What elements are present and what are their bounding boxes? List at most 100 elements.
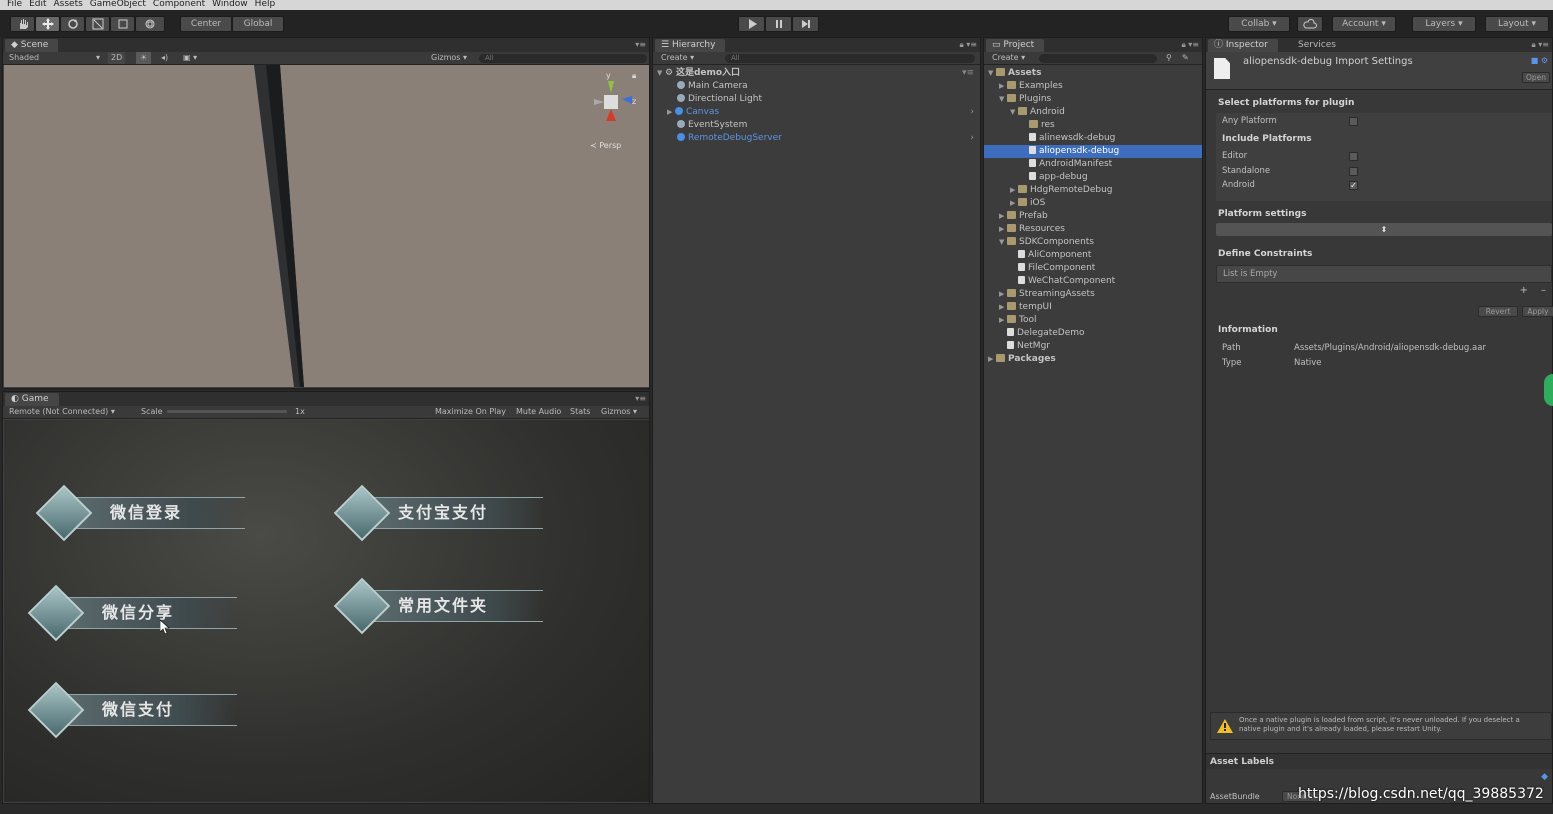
gizmos-dropdown[interactable]: Gizmos ▾: [431, 52, 467, 64]
platform-editor-checkbox[interactable]: [1349, 152, 1358, 161]
expand-arrow-icon[interactable]: ▶: [999, 301, 1007, 314]
common-folder-button[interactable]: 常用文件夹: [333, 577, 543, 635]
panel-menu-icon[interactable]: ▾≡: [635, 40, 646, 49]
expand-arrow-icon[interactable]: ▶: [999, 80, 1007, 93]
shading-mode-dropdown[interactable]: Shaded: [9, 52, 39, 64]
menu-item-gameobject[interactable]: GameObject: [90, 0, 146, 9]
maximize-on-play-toggle[interactable]: Maximize On Play: [435, 406, 506, 418]
project-item-alicomponent[interactable]: AliComponent: [984, 249, 1202, 262]
expand-arrow-icon[interactable]: ▼: [999, 236, 1007, 249]
open-button[interactable]: Open: [1522, 72, 1550, 83]
shading-chevron-icon[interactable]: ▾: [96, 52, 100, 64]
menu-item-help[interactable]: Help: [255, 0, 276, 9]
orientation-gizmo[interactable]: y z ≺ Persp: [584, 71, 640, 151]
expand-arrow-icon[interactable]: ▼: [657, 67, 665, 80]
project-item-tool[interactable]: ▶ Tool: [984, 314, 1202, 327]
menu-item-window[interactable]: Window: [212, 0, 248, 9]
project-item-tempui[interactable]: ▶ tempUI: [984, 301, 1202, 314]
game-panel-menu-icon[interactable]: ▾≡: [635, 394, 646, 403]
filter-by-type-icon[interactable]: ⚲: [1166, 52, 1172, 64]
pivot-center-button[interactable]: Center: [180, 16, 232, 32]
settings-gear-icon[interactable]: ■ ⚙: [1531, 56, 1548, 65]
transform-tool-button[interactable]: [135, 16, 165, 32]
audio-toggle-icon[interactable]: ◂): [161, 52, 168, 64]
play-button[interactable]: [738, 16, 765, 32]
tab-hierarchy[interactable]: ☰ Hierarchy: [655, 39, 726, 52]
scene-menu-icon[interactable]: ▾≡: [962, 67, 974, 80]
hierarchy-search-input[interactable]: All: [725, 54, 975, 63]
tab-scene[interactable]: ◆ Scene: [5, 39, 59, 52]
alipay-button[interactable]: 支付宝支付: [333, 484, 543, 542]
project-item-packages[interactable]: ▶ Packages: [984, 353, 1202, 366]
tab-inspector[interactable]: ⓘ Inspector: [1208, 39, 1278, 52]
wechat-pay-button[interactable]: 微信支付: [27, 681, 237, 739]
revert-button[interactable]: Revert: [1478, 306, 1518, 317]
project-item-assets[interactable]: ▼ Assets: [984, 67, 1202, 80]
scene-view[interactable]: y z ≺ Persp 🔒︎: [4, 65, 649, 387]
rect-tool-button[interactable]: [110, 16, 135, 32]
expand-arrow-icon[interactable]: ▶: [1010, 184, 1018, 197]
project-item-wechatcomponent[interactable]: WeChatComponent: [984, 275, 1202, 288]
platform-standalone-checkbox[interactable]: [1349, 167, 1358, 176]
platform-settings-tab[interactable]: ⬍: [1216, 223, 1552, 236]
pause-button[interactable]: [765, 16, 792, 32]
project-item-streamingassets[interactable]: ▶ StreamingAssets: [984, 288, 1202, 301]
wechat-login-button[interactable]: 微信登录: [35, 484, 245, 542]
project-item-plugins[interactable]: ▼ Plugins: [984, 93, 1202, 106]
project-search-input[interactable]: [1039, 54, 1157, 63]
pivot-global-button[interactable]: Global: [232, 16, 284, 32]
filter-by-label-icon[interactable]: ✎: [1182, 52, 1189, 64]
project-item-app-debug[interactable]: app-debug: [984, 171, 1202, 184]
project-panel-menu-icon[interactable]: 🔒︎ ▾≡: [1181, 40, 1199, 50]
project-item-examples[interactable]: ▶ Examples: [984, 80, 1202, 93]
cloud-button[interactable]: [1297, 16, 1323, 32]
layout-dropdown[interactable]: Layout ▾: [1485, 16, 1549, 32]
project-item-sdkcomponents[interactable]: ▼ SDKComponents: [984, 236, 1202, 249]
add-constraint-button[interactable]: +: [1520, 285, 1528, 296]
any-platform-checkbox[interactable]: [1349, 117, 1358, 126]
label-tag-icon[interactable]: ◆: [1541, 772, 1548, 782]
step-button[interactable]: [792, 16, 819, 32]
menu-item-edit[interactable]: Edit: [29, 0, 46, 9]
persp-label[interactable]: ≺ Persp: [590, 141, 621, 150]
hierarchy-item-event-system[interactable]: EventSystem: [653, 119, 980, 132]
expand-arrow-icon[interactable]: ▶: [999, 314, 1007, 327]
stats-toggle[interactable]: Stats: [570, 406, 590, 418]
hierarchy-item-remote-debug-server[interactable]: RemoteDebugServer ›: [653, 132, 980, 145]
hand-tool-button[interactable]: [10, 16, 35, 32]
expand-arrow-icon[interactable]: ▶: [667, 106, 675, 119]
scale-tool-button[interactable]: [85, 16, 110, 32]
project-create-dropdown[interactable]: Create ▾: [992, 52, 1025, 64]
menu-item-assets[interactable]: Assets: [54, 0, 83, 9]
project-item-resources[interactable]: ▶ Resources: [984, 223, 1202, 236]
scale-slider[interactable]: [167, 410, 287, 413]
display-dropdown[interactable]: Remote (Not Connected) ▾: [9, 406, 115, 418]
project-item-filecomponent[interactable]: FileComponent: [984, 262, 1202, 275]
floating-helper-button[interactable]: [1544, 374, 1553, 406]
expand-arrow-icon[interactable]: ▶: [988, 353, 996, 366]
mute-audio-toggle[interactable]: Mute Audio: [516, 406, 561, 418]
chevron-right-icon[interactable]: ›: [970, 132, 974, 145]
layers-dropdown[interactable]: Layers ▾: [1412, 16, 1476, 32]
expand-arrow-icon[interactable]: ▶: [999, 210, 1007, 223]
project-item-prefab[interactable]: ▶ Prefab: [984, 210, 1202, 223]
project-item-aliopensdk-debug[interactable]: aliopensdk-debug: [984, 145, 1202, 158]
project-item-alinewsdk-debug[interactable]: alinewsdk-debug: [984, 132, 1202, 145]
project-item-hdgremotedebug[interactable]: ▶ HdgRemoteDebug: [984, 184, 1202, 197]
project-item-android[interactable]: ▼ Android: [984, 106, 1202, 119]
expand-arrow-icon[interactable]: ▼: [1010, 106, 1018, 119]
expand-arrow-icon[interactable]: ▼: [999, 93, 1007, 106]
menu-item-file[interactable]: File: [7, 0, 22, 9]
project-item-delegatedemo[interactable]: DelegateDemo: [984, 327, 1202, 340]
lighting-toggle-icon[interactable]: ☀: [136, 52, 152, 64]
2d-toggle[interactable]: 2D: [108, 52, 126, 64]
collab-dropdown[interactable]: Collab ▾: [1228, 16, 1290, 32]
lock-icon[interactable]: 🔒︎: [632, 71, 636, 81]
tab-project[interactable]: ▭ Project: [986, 39, 1045, 52]
menu-item-component[interactable]: Component: [153, 0, 205, 9]
project-item-ios[interactable]: ▶ iOS: [984, 197, 1202, 210]
rotate-tool-button[interactable]: [60, 16, 85, 32]
tab-services[interactable]: Services: [1290, 39, 1344, 52]
scene-root-row[interactable]: ▼ ⚙ 这是demo入口 ▾≡: [653, 67, 980, 80]
hierarchy-item-directional-light[interactable]: Directional Light: [653, 93, 980, 106]
